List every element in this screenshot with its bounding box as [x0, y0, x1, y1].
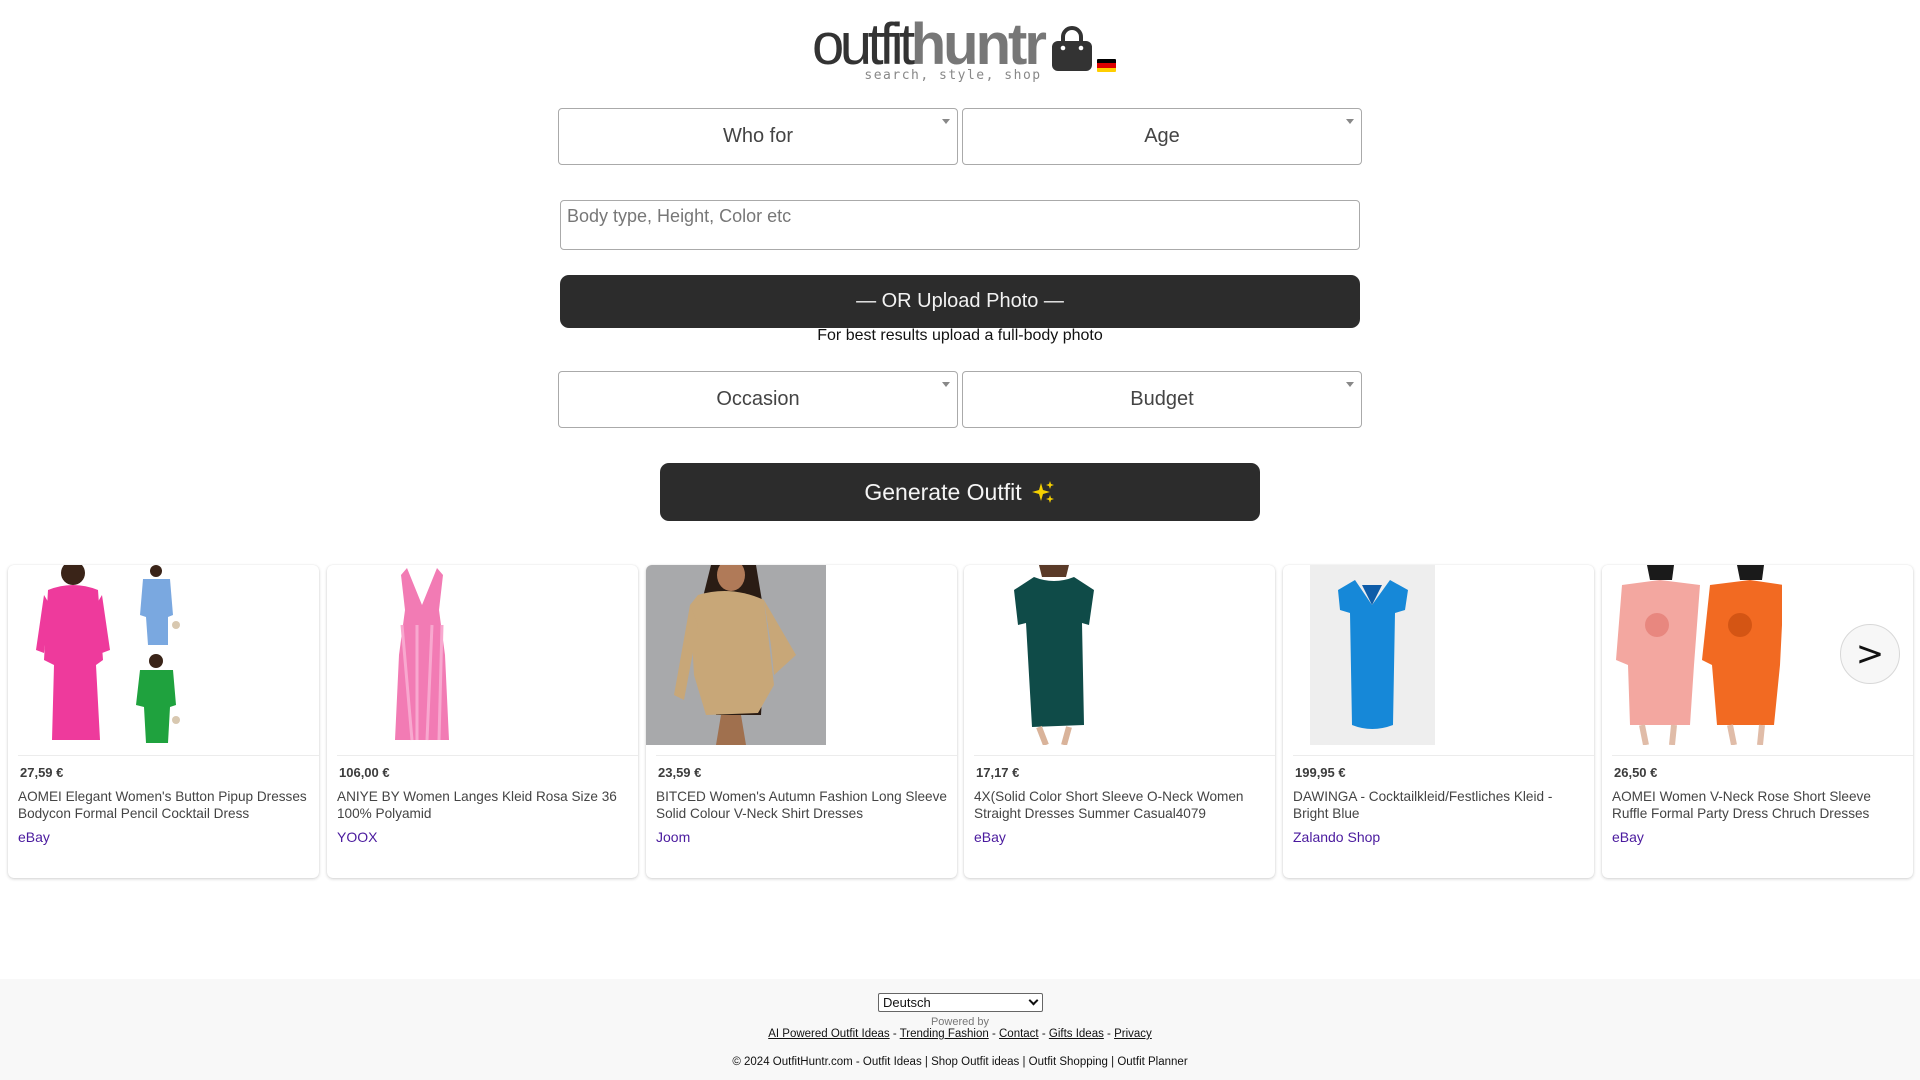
occasion-value: Occasion [716, 388, 800, 410]
upload-photo-button[interactable]: — OR Upload Photo — [560, 275, 1360, 328]
footer-link-privacy[interactable]: Privacy [1114, 1028, 1152, 1040]
upload-hint: For best results upload a full-body phot… [817, 327, 1103, 344]
footer: Deutsch Powered by AI Powered Outfit Ide… [0, 979, 1920, 1080]
caret-down-icon [942, 119, 950, 124]
product-price: 17,17 € [976, 765, 1020, 780]
footer-links: AI Powered Outfit Ideas - Trending Fashi… [0, 1028, 1920, 1040]
product-image[interactable] [18, 565, 188, 745]
card-divider [974, 755, 1275, 756]
who-for-value: Who for [722, 125, 794, 147]
card-divider [337, 755, 638, 756]
sparkles-icon [1031, 480, 1056, 504]
product-title[interactable]: 4X(Solid Color Short Sleeve O-Neck Women… [974, 788, 1271, 822]
budget-select[interactable]: Budget [962, 371, 1362, 428]
site-logo[interactable]: outfit huntr search, style, shop [0, 12, 1920, 87]
shopping-bag-icon [1050, 26, 1094, 72]
product-card[interactable]: 27,59 € AOMEI Elegant Women's Button Pip… [8, 565, 319, 878]
footer-link-trending-fashion[interactable]: Trending Fashion [900, 1028, 989, 1040]
store-link[interactable]: eBay [1612, 829, 1644, 845]
product-image[interactable] [387, 565, 457, 745]
card-divider [1293, 755, 1594, 756]
footer-separator: - [889, 1028, 900, 1040]
age-select[interactable]: Age [962, 108, 1362, 165]
caret-down-icon [1346, 382, 1354, 387]
product-price: 106,00 € [339, 765, 390, 780]
product-price: 199,95 € [1295, 765, 1346, 780]
product-image[interactable] [1004, 565, 1104, 747]
product-price: 26,50 € [1614, 765, 1658, 780]
budget-value: Budget [1130, 388, 1194, 410]
product-title[interactable]: BITCED Women's Autumn Fashion Long Sleev… [656, 788, 953, 822]
footer-separator: - [1038, 1028, 1049, 1040]
product-card[interactable]: 23,59 € BITCED Women's Autumn Fashion Lo… [646, 565, 957, 878]
who-for-select[interactable]: Who for [558, 108, 958, 165]
store-link[interactable]: eBay [18, 829, 50, 845]
product-card[interactable]: 17,17 € 4X(Solid Color Short Sleeve O-Ne… [964, 565, 1275, 878]
powered-by: Powered by [930, 1016, 990, 1028]
footer-link-ai-outfit-ideas[interactable]: AI Powered Outfit Ideas [768, 1028, 889, 1040]
product-title[interactable]: DAWINGA - Cocktailkleid/Festliches Kleid… [1293, 788, 1590, 822]
footer-separator: - [988, 1028, 999, 1040]
product-card[interactable]: 26,50 € AOMEI Women V-Neck Rose Short Sl… [1602, 565, 1913, 878]
generate-outfit-label: Generate Outfit [864, 478, 1022, 505]
footer-link-contact[interactable]: Contact [999, 1028, 1039, 1040]
product-card[interactable]: 106,00 € ANIYE BY Women Langes Kleid Ros… [327, 565, 638, 878]
chevron-down-icon [1028, 995, 1039, 1006]
product-card[interactable]: 199,95 € DAWINGA - Cocktailkleid/Festlic… [1283, 565, 1594, 878]
caret-down-icon [942, 382, 950, 387]
language-select[interactable]: Deutsch [878, 993, 1043, 1012]
logo-text-huntr: huntr [910, 12, 1047, 77]
product-image[interactable] [646, 565, 826, 745]
product-image[interactable] [1310, 565, 1435, 745]
product-price: 23,59 € [658, 765, 702, 780]
footer-link-gifts-ideas[interactable]: Gifts Ideas [1049, 1028, 1104, 1040]
tagline: search, style, shop [864, 68, 1042, 83]
card-divider [1612, 755, 1913, 756]
chevron-right-icon: > [1855, 634, 1885, 674]
occasion-select[interactable]: Occasion [558, 371, 958, 428]
card-divider [656, 755, 957, 756]
copyright: © 2024 OutfitHuntr.com - Outfit Ideas | … [732, 1056, 1188, 1068]
product-title[interactable]: ANIYE BY Women Langes Kleid Rosa Size 36… [337, 788, 634, 822]
carousel-next-button[interactable]: > [1840, 624, 1900, 684]
caret-down-icon [1346, 119, 1354, 124]
product-price: 27,59 € [20, 765, 64, 780]
logo-text-outfit: outfit [812, 12, 915, 77]
age-value: Age [1144, 125, 1180, 147]
product-image[interactable] [1602, 565, 1784, 746]
footer-separator: - [1103, 1028, 1115, 1040]
product-title[interactable]: AOMEI Elegant Women's Button Pipup Dress… [18, 788, 315, 822]
product-carousel: 27,59 € AOMEI Elegant Women's Button Pip… [0, 565, 1920, 880]
generate-outfit-button[interactable]: Generate Outfit [660, 463, 1260, 521]
body-details-input[interactable] [560, 200, 1360, 250]
store-link[interactable]: Zalando Shop [1293, 829, 1380, 845]
store-link[interactable]: Joom [656, 829, 690, 845]
language-value: Deutsch [883, 995, 931, 1010]
product-title[interactable]: AOMEI Women V-Neck Rose Short Sleeve Ruf… [1612, 788, 1909, 822]
store-link[interactable]: YOOX [337, 829, 377, 845]
card-divider [18, 755, 319, 756]
store-link[interactable]: eBay [974, 829, 1006, 845]
